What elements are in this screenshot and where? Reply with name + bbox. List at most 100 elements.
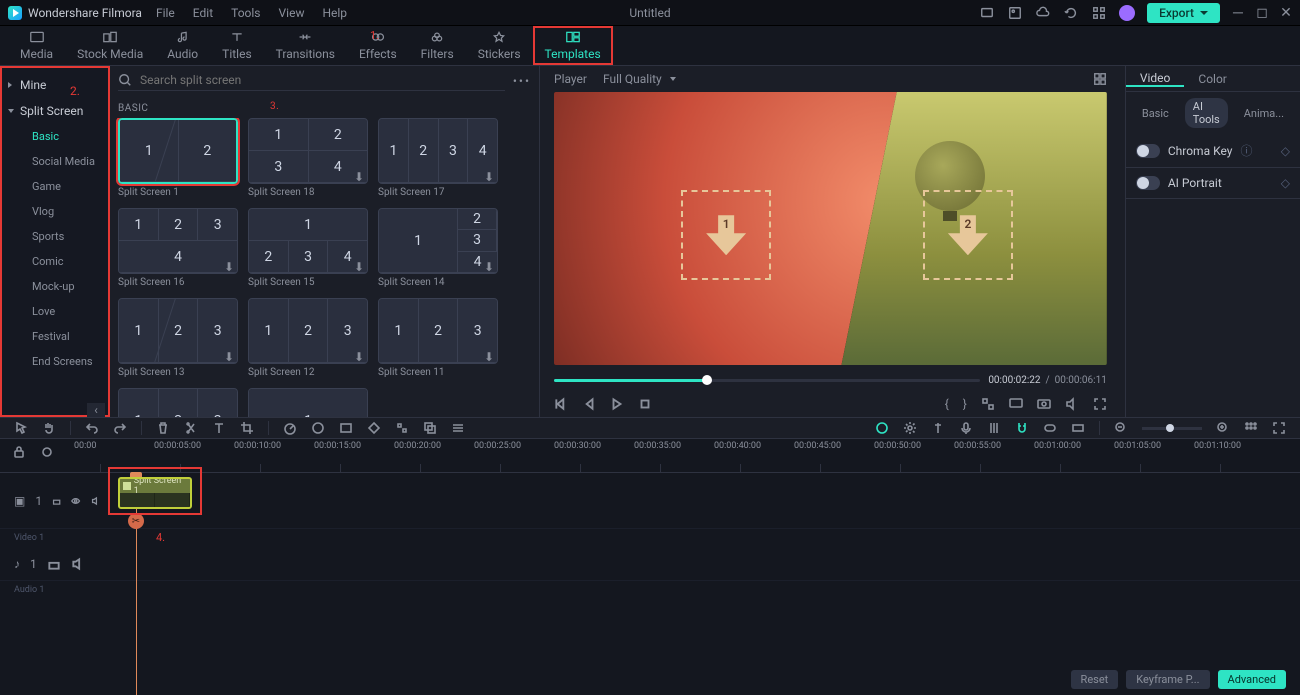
sidebar-cat-endscreens[interactable]: End Screens: [0, 349, 109, 374]
template-thumb[interactable]: 1234⬇ Split Screen 16: [118, 208, 238, 288]
link-icon[interactable]: [1043, 421, 1057, 435]
speed-icon[interactable]: [283, 421, 297, 435]
subtab-aitools[interactable]: AI Tools: [1185, 98, 1228, 128]
menu-help[interactable]: Help: [322, 6, 347, 20]
subtab-basic[interactable]: Basic: [1134, 105, 1177, 122]
ribbon-titles[interactable]: Titles: [210, 26, 263, 65]
close-icon[interactable]: ✕: [1280, 7, 1292, 19]
brace-open-icon[interactable]: {: [945, 397, 949, 411]
adjust-icon[interactable]: [339, 421, 353, 435]
quality-select[interactable]: Full Quality: [603, 72, 676, 86]
template-thumb[interactable]: 123⬇ Split Screen 13: [118, 298, 238, 378]
sidebar-cat-sports[interactable]: Sports: [0, 224, 109, 249]
subtab-animation[interactable]: Anima...: [1236, 105, 1292, 122]
ai-icon[interactable]: [875, 421, 889, 435]
sidebar-cat-comic[interactable]: Comic: [0, 249, 109, 274]
ribbon-media[interactable]: Media: [8, 26, 65, 65]
play-reverse-icon[interactable]: [582, 397, 596, 411]
minimize-icon[interactable]: ─: [1232, 7, 1244, 19]
ribbon-stickers[interactable]: Stickers: [466, 26, 533, 65]
marker-icon[interactable]: [931, 421, 945, 435]
apps-icon[interactable]: [1091, 5, 1107, 21]
tab-video[interactable]: Video: [1126, 71, 1185, 87]
prop-ai-portrait[interactable]: AI Portrait ◇: [1126, 168, 1300, 199]
lock-icon[interactable]: [12, 445, 26, 459]
sidebar-cat-game[interactable]: Game: [0, 174, 109, 199]
zoom-slider[interactable]: [1142, 427, 1202, 430]
maximize-icon[interactable]: ◻: [1256, 7, 1268, 19]
color-icon[interactable]: [311, 421, 325, 435]
sidebar-splitscreen[interactable]: Split Screen: [0, 98, 109, 124]
prev-frame-icon[interactable]: [554, 397, 568, 411]
tracks-area[interactable]: ✂ 4. ▣ 1 Split Screen 1 Video 1 ♪ 1: [0, 473, 1300, 695]
template-thumb[interactable]: 123⬇ Split Screen 11: [378, 298, 498, 378]
template-thumb[interactable]: 1234⬇ Split Screen 15: [248, 208, 368, 288]
text-icon[interactable]: [212, 421, 226, 435]
menu-tools[interactable]: Tools: [231, 6, 260, 20]
sidebar-cat-vlog[interactable]: Vlog: [0, 199, 109, 224]
drop-marker-1[interactable]: 1: [681, 190, 771, 280]
advanced-button[interactable]: Advanced: [1218, 670, 1286, 689]
template-thumb[interactable]: 1234⬇ Split Screen 17: [378, 118, 498, 198]
mute-icon[interactable]: [91, 494, 100, 508]
transform-icon[interactable]: [395, 421, 409, 435]
ribbon-stock-media[interactable]: Stock Media: [65, 26, 155, 65]
delete-icon[interactable]: [156, 421, 170, 435]
toggle[interactable]: [1136, 144, 1160, 158]
mic-icon[interactable]: [959, 421, 973, 435]
split-icon[interactable]: [184, 421, 198, 435]
screen-icon[interactable]: [979, 5, 995, 21]
crop-icon[interactable]: [240, 421, 254, 435]
prop-chroma-key[interactable]: Chroma Key ⓘ ◇: [1126, 134, 1300, 168]
snap-icon[interactable]: [1071, 421, 1085, 435]
fullscreen-icon[interactable]: [1093, 397, 1107, 411]
audio-track-head[interactable]: ♪ 1: [0, 557, 100, 571]
sidebar-cat-mockup[interactable]: Mock-up: [0, 274, 109, 299]
search-input[interactable]: [118, 70, 505, 91]
drop-marker-2[interactable]: 2: [923, 190, 1013, 280]
gear-icon[interactable]: [903, 421, 917, 435]
toggle[interactable]: [1136, 176, 1160, 190]
keyframe-panel-button[interactable]: Keyframe P...: [1126, 670, 1209, 689]
snapshot-icon[interactable]: [1037, 397, 1051, 411]
image-icon[interactable]: [1007, 5, 1023, 21]
zoom-in-icon[interactable]: [1216, 421, 1230, 435]
favorite-icon[interactable]: ◇: [1281, 176, 1290, 190]
avatar[interactable]: [1119, 5, 1135, 21]
more-icon[interactable]: •••: [513, 74, 531, 88]
maximize-timeline-icon[interactable]: [1272, 421, 1286, 435]
lock-icon[interactable]: [47, 557, 61, 571]
template-thumb[interactable]: 1234⬇ Split Screen 14: [378, 208, 498, 288]
group-icon[interactable]: [423, 421, 437, 435]
zoom-out-icon[interactable]: [1114, 421, 1128, 435]
ribbon-transitions[interactable]: Transitions: [264, 26, 347, 65]
sync-icon[interactable]: [40, 445, 54, 459]
volume-icon[interactable]: [1065, 397, 1079, 411]
ribbon-templates[interactable]: Templates: [533, 26, 613, 65]
reset-button[interactable]: Reset: [1071, 670, 1119, 689]
pointer-icon[interactable]: [14, 421, 28, 435]
video-track-head[interactable]: ▣ 1: [0, 494, 100, 508]
ribbon-audio[interactable]: Audio: [155, 26, 210, 65]
sidebar-cat-festival[interactable]: Festival: [0, 324, 109, 349]
scrub-slider[interactable]: [554, 379, 980, 382]
redo-icon[interactable]: [113, 421, 127, 435]
grid-mode-icon[interactable]: [1093, 72, 1107, 86]
layout-icon[interactable]: [1244, 421, 1258, 435]
menu-view[interactable]: View: [279, 6, 305, 20]
info-icon[interactable]: ⓘ: [1240, 142, 1252, 159]
template-thumb[interactable]: 123: [118, 388, 238, 417]
template-thumb[interactable]: 123⬇ Split Screen 12: [248, 298, 368, 378]
ribbon-filters[interactable]: Filters: [409, 26, 466, 65]
keyframe-icon[interactable]: [367, 421, 381, 435]
stop-icon[interactable]: [638, 397, 652, 411]
hand-icon[interactable]: [42, 421, 56, 435]
mute-icon[interactable]: [71, 557, 85, 571]
template-thumb[interactable]: 12 Split Screen 1: [118, 118, 238, 198]
sidebar-cat-love[interactable]: Love: [0, 299, 109, 324]
export-button[interactable]: Export: [1147, 3, 1220, 23]
menu-file[interactable]: File: [156, 6, 175, 20]
eye-icon[interactable]: [71, 494, 80, 508]
tab-color[interactable]: Color: [1184, 72, 1240, 86]
favorite-icon[interactable]: ◇: [1281, 144, 1290, 158]
